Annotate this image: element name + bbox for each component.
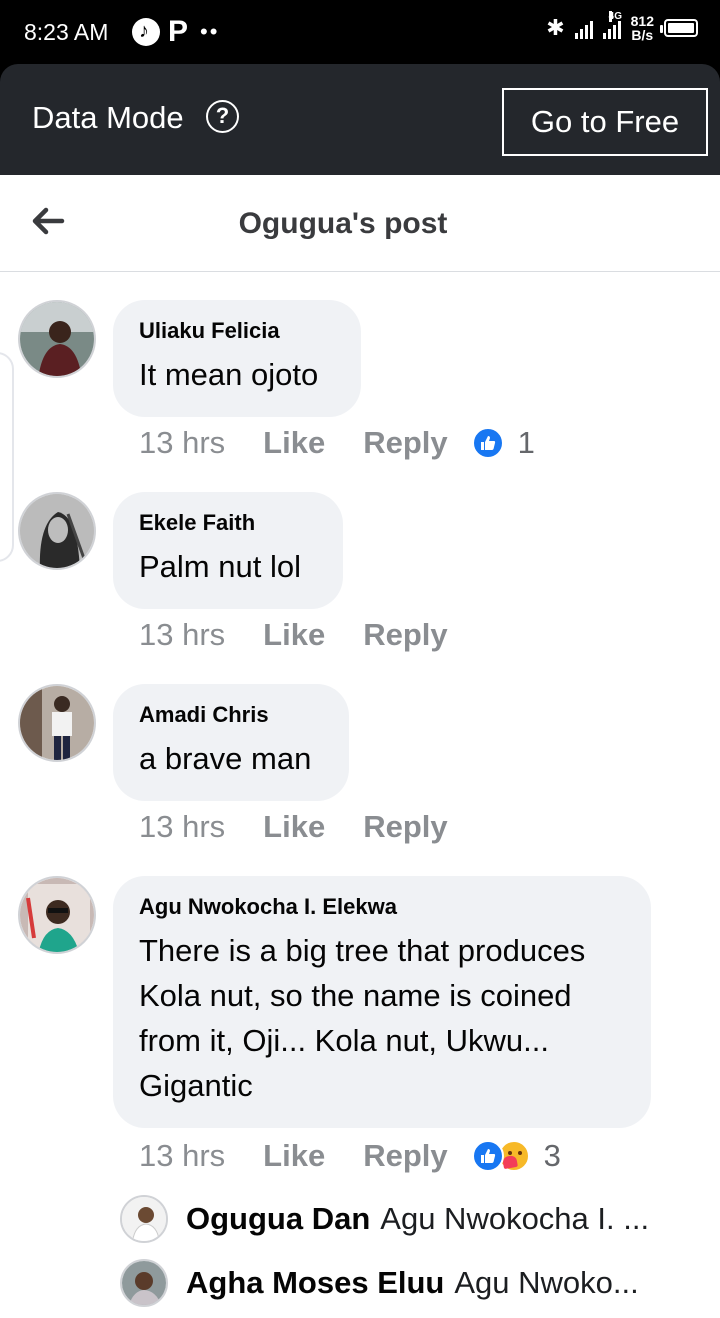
- signal-icon: 4G: [602, 11, 622, 39]
- bluetooth-icon: ✱: [546, 15, 565, 40]
- avatar[interactable]: [18, 492, 96, 570]
- comment-actions: 13 hrs Like Reply 3: [139, 1138, 561, 1174]
- reply-button[interactable]: Reply: [363, 809, 447, 845]
- comment-time[interactable]: 13 hrs: [139, 617, 225, 653]
- comment-text: Palm nut lol: [139, 549, 301, 584]
- avatar[interactable]: [120, 1195, 168, 1243]
- comment-bubble[interactable]: Agu Nwokocha I. Elekwa There is a big tr…: [113, 876, 651, 1128]
- avatar[interactable]: [18, 684, 96, 762]
- page-title: Ogugua's post: [238, 207, 448, 240]
- comment-actions: 13 hrs Like Reply: [139, 617, 448, 653]
- avatar[interactable]: [18, 300, 96, 378]
- like-button[interactable]: Like: [263, 1138, 325, 1174]
- data-mode-label: Data Mode: [32, 100, 184, 135]
- music-icon: [132, 18, 160, 46]
- reply-text: Ogugua Dan Agu Nwokocha I. ...: [186, 1201, 686, 1237]
- comment-time[interactable]: 13 hrs: [139, 809, 225, 845]
- reply-author[interactable]: Agha Moses Eluu: [186, 1265, 444, 1300]
- comment-actions: 13 hrs Like Reply 1: [139, 425, 535, 461]
- like-button[interactable]: Like: [263, 617, 325, 653]
- comment-author[interactable]: Ekele Faith: [139, 512, 317, 534]
- comment-text: There is a big tree that produces Kola n…: [139, 933, 586, 1103]
- side-tab[interactable]: [0, 352, 14, 562]
- comment-author[interactable]: Agu Nwokocha I. Elekwa: [139, 896, 625, 918]
- signal-icon: [574, 17, 593, 39]
- data-mode-banner: Data Mode ? Go to Free: [0, 64, 720, 175]
- comment-text: a brave man: [139, 741, 312, 776]
- like-button[interactable]: Like: [263, 809, 325, 845]
- status-bar: 8:23 AM P •• ✱ 4G 812 B/s: [0, 0, 720, 64]
- reply-author[interactable]: Ogugua Dan: [186, 1201, 370, 1236]
- battery-icon: [660, 19, 698, 37]
- reply-button[interactable]: Reply: [363, 617, 447, 653]
- comment-author[interactable]: Amadi Chris: [139, 704, 323, 726]
- reply-text: Agha Moses Eluu Agu Nwoko...: [186, 1265, 686, 1301]
- status-time: 8:23 AM: [24, 19, 109, 45]
- reactions[interactable]: 3: [471, 1138, 561, 1174]
- comment-time[interactable]: 13 hrs: [139, 425, 225, 461]
- comment-bubble[interactable]: Ekele Faith Palm nut lol: [113, 492, 343, 609]
- comment-bubble[interactable]: Uliaku Felicia It mean ojoto: [113, 300, 361, 417]
- reply-snippet: Agu Nwokocha I. ...: [380, 1201, 650, 1236]
- comment-author[interactable]: Uliaku Felicia: [139, 320, 335, 342]
- network-speed: 812 B/s: [630, 13, 654, 43]
- notification-icons: P ••: [132, 15, 220, 48]
- reactions[interactable]: 1: [471, 425, 535, 461]
- comment-time[interactable]: 13 hrs: [139, 1138, 225, 1174]
- like-reaction-icon: [471, 427, 504, 459]
- like-reaction-icon: [471, 1140, 504, 1172]
- post-header: Ogugua's post: [0, 175, 720, 272]
- avatar[interactable]: [18, 876, 96, 954]
- p-icon: P: [168, 15, 189, 48]
- go-to-free-button[interactable]: Go to Free: [502, 88, 708, 156]
- avatar[interactable]: [120, 1259, 168, 1307]
- more-dots-icon: ••: [200, 19, 220, 44]
- system-icons: ✱ 4G 812 B/s: [546, 11, 698, 43]
- reply-preview[interactable]: Ogugua Dan Agu Nwokocha I. ...: [0, 1195, 720, 1245]
- reply-snippet: Agu Nwoko...: [454, 1265, 639, 1300]
- help-icon[interactable]: ?: [206, 100, 239, 133]
- reply-button[interactable]: Reply: [363, 1138, 447, 1174]
- reaction-count: 1: [517, 425, 535, 460]
- reaction-count: 3: [543, 1138, 561, 1173]
- comment-bubble[interactable]: Amadi Chris a brave man: [113, 684, 349, 801]
- comment-text: It mean ojoto: [139, 357, 319, 392]
- reply-button[interactable]: Reply: [363, 425, 447, 461]
- reply-preview[interactable]: Agha Moses Eluu Agu Nwoko...: [0, 1259, 720, 1309]
- like-button[interactable]: Like: [263, 425, 325, 461]
- comment-actions: 13 hrs Like Reply: [139, 809, 448, 845]
